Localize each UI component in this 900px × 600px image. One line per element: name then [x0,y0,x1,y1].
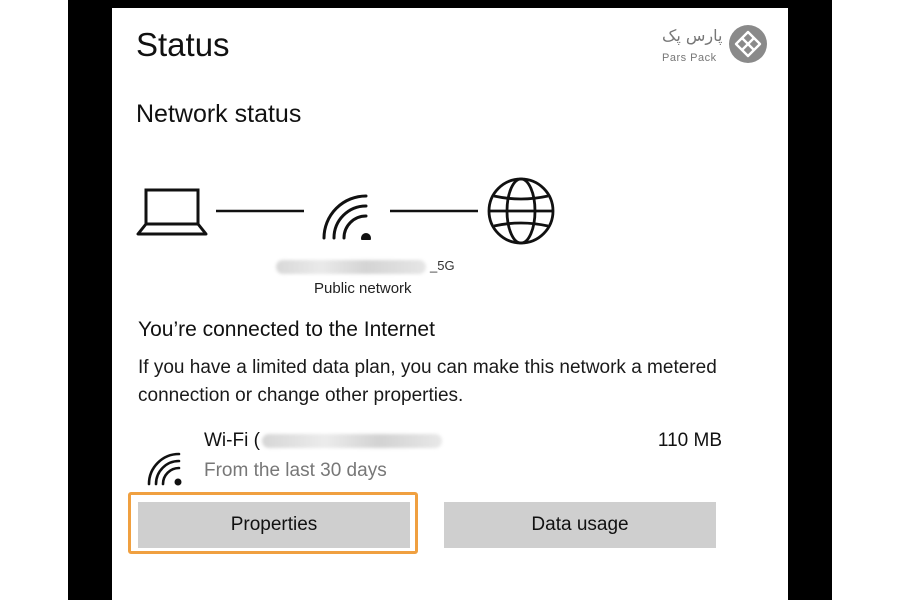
connection-heading: You’re connected to the Internet [138,318,435,341]
parspack-logo-mark-icon [729,25,767,63]
wifi-icon [322,194,371,240]
wifi-label: Wi-Fi ( [204,430,442,452]
parspack-logo: پارس پک Pars Pack [662,24,772,74]
network-type-label: Public network [314,280,412,297]
properties-button[interactable]: Properties [138,502,410,548]
wifi-usage-amount: 110 MB [657,430,722,451]
network-name-suffix: _5G [430,258,455,273]
redacted-ssid [261,433,442,448]
laptop-icon [136,188,208,236]
network-name: _5G [276,258,455,274]
logo-english-text: Pars Pack [662,52,717,64]
frame-right-bar [788,0,832,600]
frame-top-bar [68,0,832,8]
network-diagram: _5G Public network [136,176,596,297]
data-usage-button[interactable]: Data usage [444,502,716,548]
globe-icon [487,177,555,245]
wifi-usage-period: From the last 30 days [204,460,387,481]
redacted-network-name [276,259,426,274]
wifi-usage-row: Wi-Fi ( From the last 30 days 110 MB [142,430,722,490]
status-panel: Status پارس پک Pars Pack Network status [112,8,788,592]
frame-left-bar [68,0,112,600]
wifi-small-icon [147,452,182,486]
link-line-icon-2 [390,209,478,213]
wifi-label-prefix: Wi-Fi ( [204,430,260,451]
link-line-icon [216,209,304,213]
connection-description: If you have a limited data plan, you can… [138,357,717,406]
page-title: Status [136,26,230,63]
network-status-heading: Network status [136,100,302,128]
logo-farsi-text: پارس پک [662,26,723,45]
